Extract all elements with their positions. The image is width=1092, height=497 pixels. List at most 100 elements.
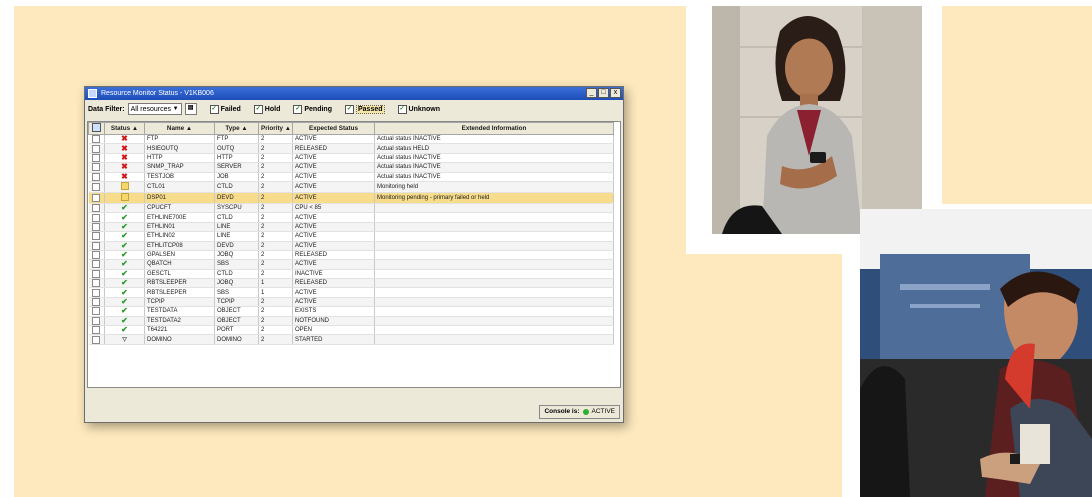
name-column-header[interactable]: Name ▲ (144, 122, 215, 135)
row-checkbox[interactable] (88, 316, 105, 327)
row-checkbox[interactable] (88, 297, 105, 308)
priority-column-header[interactable]: Priority ▲ (258, 122, 293, 135)
minimize-button[interactable]: _ (586, 88, 597, 98)
row-checkbox[interactable] (88, 334, 105, 346)
type-column-header[interactable]: Type ▲ (214, 122, 259, 135)
extended-info-cell (374, 287, 614, 298)
row-checkbox[interactable] (88, 269, 105, 280)
filter-checkbox-passed[interactable]: ✓ Passed (344, 104, 385, 114)
row-checkbox[interactable] (88, 162, 105, 173)
resource-name-cell: T64221 (144, 325, 215, 336)
extended-info-cell: Actual status INACTIVE (374, 172, 614, 182)
table-row[interactable]: ✖ FTP FTP 2 ACTIVE Actual status INACTIVE (88, 134, 614, 145)
table-row[interactable]: DSP01 DEVD 2 ACTIVE Monitoring pending - pri… (88, 192, 614, 204)
data-filter-select[interactable]: All resources ▼ (127, 103, 182, 115)
passed-status-icon: ✔ (104, 316, 145, 327)
row-checkbox[interactable] (88, 287, 105, 298)
failed-status-icon: ✖ (104, 134, 145, 145)
row-checkbox[interactable] (88, 153, 105, 164)
maximize-button[interactable]: □ (598, 88, 609, 98)
table-row[interactable]: ✔ RBTSLEEPER JOBQ 1 RELEASED (88, 278, 614, 289)
filter-checkbox-failed[interactable]: ✓ Failed (209, 104, 241, 114)
expected-status-cell: RELEASED (292, 250, 375, 261)
table-row[interactable]: ✔ GPALSEN JOBQ 2 RELEASED (88, 250, 614, 261)
expected-status-column-header[interactable]: Expected Status (292, 122, 375, 135)
expected-status-cell: INACTIVE (292, 269, 375, 280)
resource-name-cell: CTL01 (144, 181, 215, 193)
table-row[interactable]: ✖ HSIEOUTQ OUTQ 2 RELEASED Actual status HELD (88, 143, 614, 154)
row-checkbox[interactable] (88, 172, 105, 182)
row-checkbox[interactable] (88, 192, 105, 204)
resource-name-cell: CPUCFT (144, 203, 215, 214)
table-row[interactable]: ✖ TESTJOB JOB 2 ACTIVE Actual status INACTIVE (88, 172, 614, 182)
status-column-header[interactable]: Status ▲ (104, 122, 145, 135)
filter-checkbox-unknown[interactable]: ✓ Unknown (397, 104, 441, 114)
filter-checkbox-label: Hold (264, 105, 281, 113)
priority-cell: 2 (258, 192, 293, 204)
resource-monitor-window: Resource Monitor Status - V1KB006 _ □ x … (84, 86, 624, 423)
table-row[interactable]: ✔ T64221 PORT 2 OPEN (88, 325, 614, 336)
extended-info-cell (374, 259, 614, 270)
window-titlebar[interactable]: Resource Monitor Status - V1KB006 _ □ x (85, 87, 623, 100)
row-checkbox[interactable] (88, 259, 105, 270)
table-row[interactable]: ✔ RBTSLEEPER SBS 1 ACTIVE (88, 287, 614, 298)
table-row[interactable]: ✔ GESCTL CTLD 2 INACTIVE (88, 269, 614, 280)
table-row[interactable]: ✔ QBATCH SBS 2 ACTIVE (88, 259, 614, 270)
checkbox-icon[interactable]: ✓ (293, 104, 303, 114)
table-row[interactable]: ▽ DOMINO DOMINO 2 STARTED (88, 334, 614, 346)
checkbox-icon[interactable]: ✓ (209, 104, 219, 114)
row-checkbox[interactable] (88, 212, 105, 223)
priority-cell: 2 (258, 172, 293, 182)
filter-checkbox-label: Unknown (408, 105, 441, 113)
resource-name-cell: ETHLIN02 (144, 231, 215, 242)
table-row[interactable]: CTL01 CTLD 2 ACTIVE Monitoring held (88, 181, 614, 193)
row-checkbox[interactable] (88, 231, 105, 242)
extended-info-cell (374, 250, 614, 261)
row-checkbox[interactable] (88, 250, 105, 261)
row-checkbox[interactable] (88, 181, 105, 193)
checkbox-icon[interactable]: ✓ (397, 104, 407, 114)
row-checkbox[interactable] (88, 143, 105, 154)
table-row[interactable]: ✖ SNMP_TRAP SERVER 2 ACTIVE Actual status INA… (88, 162, 614, 173)
table-row[interactable]: ✔ ETHLITCP08 DEVD 2 ACTIVE (88, 241, 614, 251)
extended-info-column-header[interactable]: Extended Information (374, 122, 614, 135)
extended-info-cell (374, 316, 614, 327)
priority-cell: 2 (258, 222, 293, 233)
filter-settings-icon[interactable]: ▤ (184, 103, 197, 115)
table-row[interactable]: ✔ TESTDATA2 OBJECT 2 NOTFOUND (88, 316, 614, 327)
checkbox-icon[interactable]: ✓ (253, 104, 263, 114)
table-row[interactable]: ✔ CPUCFT SYSCPU 2 CPU < 85 (88, 203, 614, 214)
row-checkbox[interactable] (88, 325, 105, 336)
table-row[interactable]: ✖ HTTP HTTP 2 ACTIVE Actual status INACTIVE (88, 153, 614, 164)
resource-name-cell: GPALSEN (144, 250, 215, 261)
checkbox-icon[interactable]: ✓ (344, 104, 354, 114)
row-checkbox[interactable] (88, 203, 105, 214)
row-checkbox[interactable] (88, 134, 105, 145)
row-checkbox[interactable] (88, 222, 105, 233)
resource-type-cell: OUTQ (214, 143, 259, 154)
audience-man-photo (860, 209, 1092, 497)
table-row[interactable]: ✔ ETHLIN01 LINE 2 ACTIVE (88, 222, 614, 233)
row-checkbox[interactable] (88, 278, 105, 289)
resource-type-cell: TCPIP (214, 297, 259, 308)
select-all-header[interactable] (88, 122, 105, 135)
resource-type-cell: DEVD (214, 241, 259, 251)
close-button[interactable]: x (610, 88, 621, 98)
filter-checkbox-pending[interactable]: ✓ Pending (293, 104, 332, 114)
resource-type-cell: CTLD (214, 181, 259, 193)
row-checkbox[interactable] (88, 306, 105, 317)
resource-type-cell: SYSCPU (214, 203, 259, 214)
resource-type-cell: PORT (214, 325, 259, 336)
table-row[interactable]: ✔ TESTDATA OBJECT 2 EXISTS (88, 306, 614, 317)
app-icon (88, 89, 97, 98)
expected-status-cell: ACTIVE (292, 181, 375, 193)
resource-type-cell: SERVER (214, 162, 259, 173)
table-row[interactable]: ✔ ETHLINE700E CTLD 2 ACTIVE (88, 212, 614, 223)
table-row[interactable]: ✔ TCPIP TCPIP 2 ACTIVE (88, 297, 614, 308)
filter-checkbox-hold[interactable]: ✓ Hold (253, 104, 281, 114)
passed-status-icon: ✔ (104, 287, 145, 298)
resource-type-cell: FTP (214, 134, 259, 145)
passed-status-icon: ✔ (104, 259, 145, 270)
row-checkbox[interactable] (88, 241, 105, 251)
table-row[interactable]: ✔ ETHLIN02 LINE 2 ACTIVE (88, 231, 614, 242)
